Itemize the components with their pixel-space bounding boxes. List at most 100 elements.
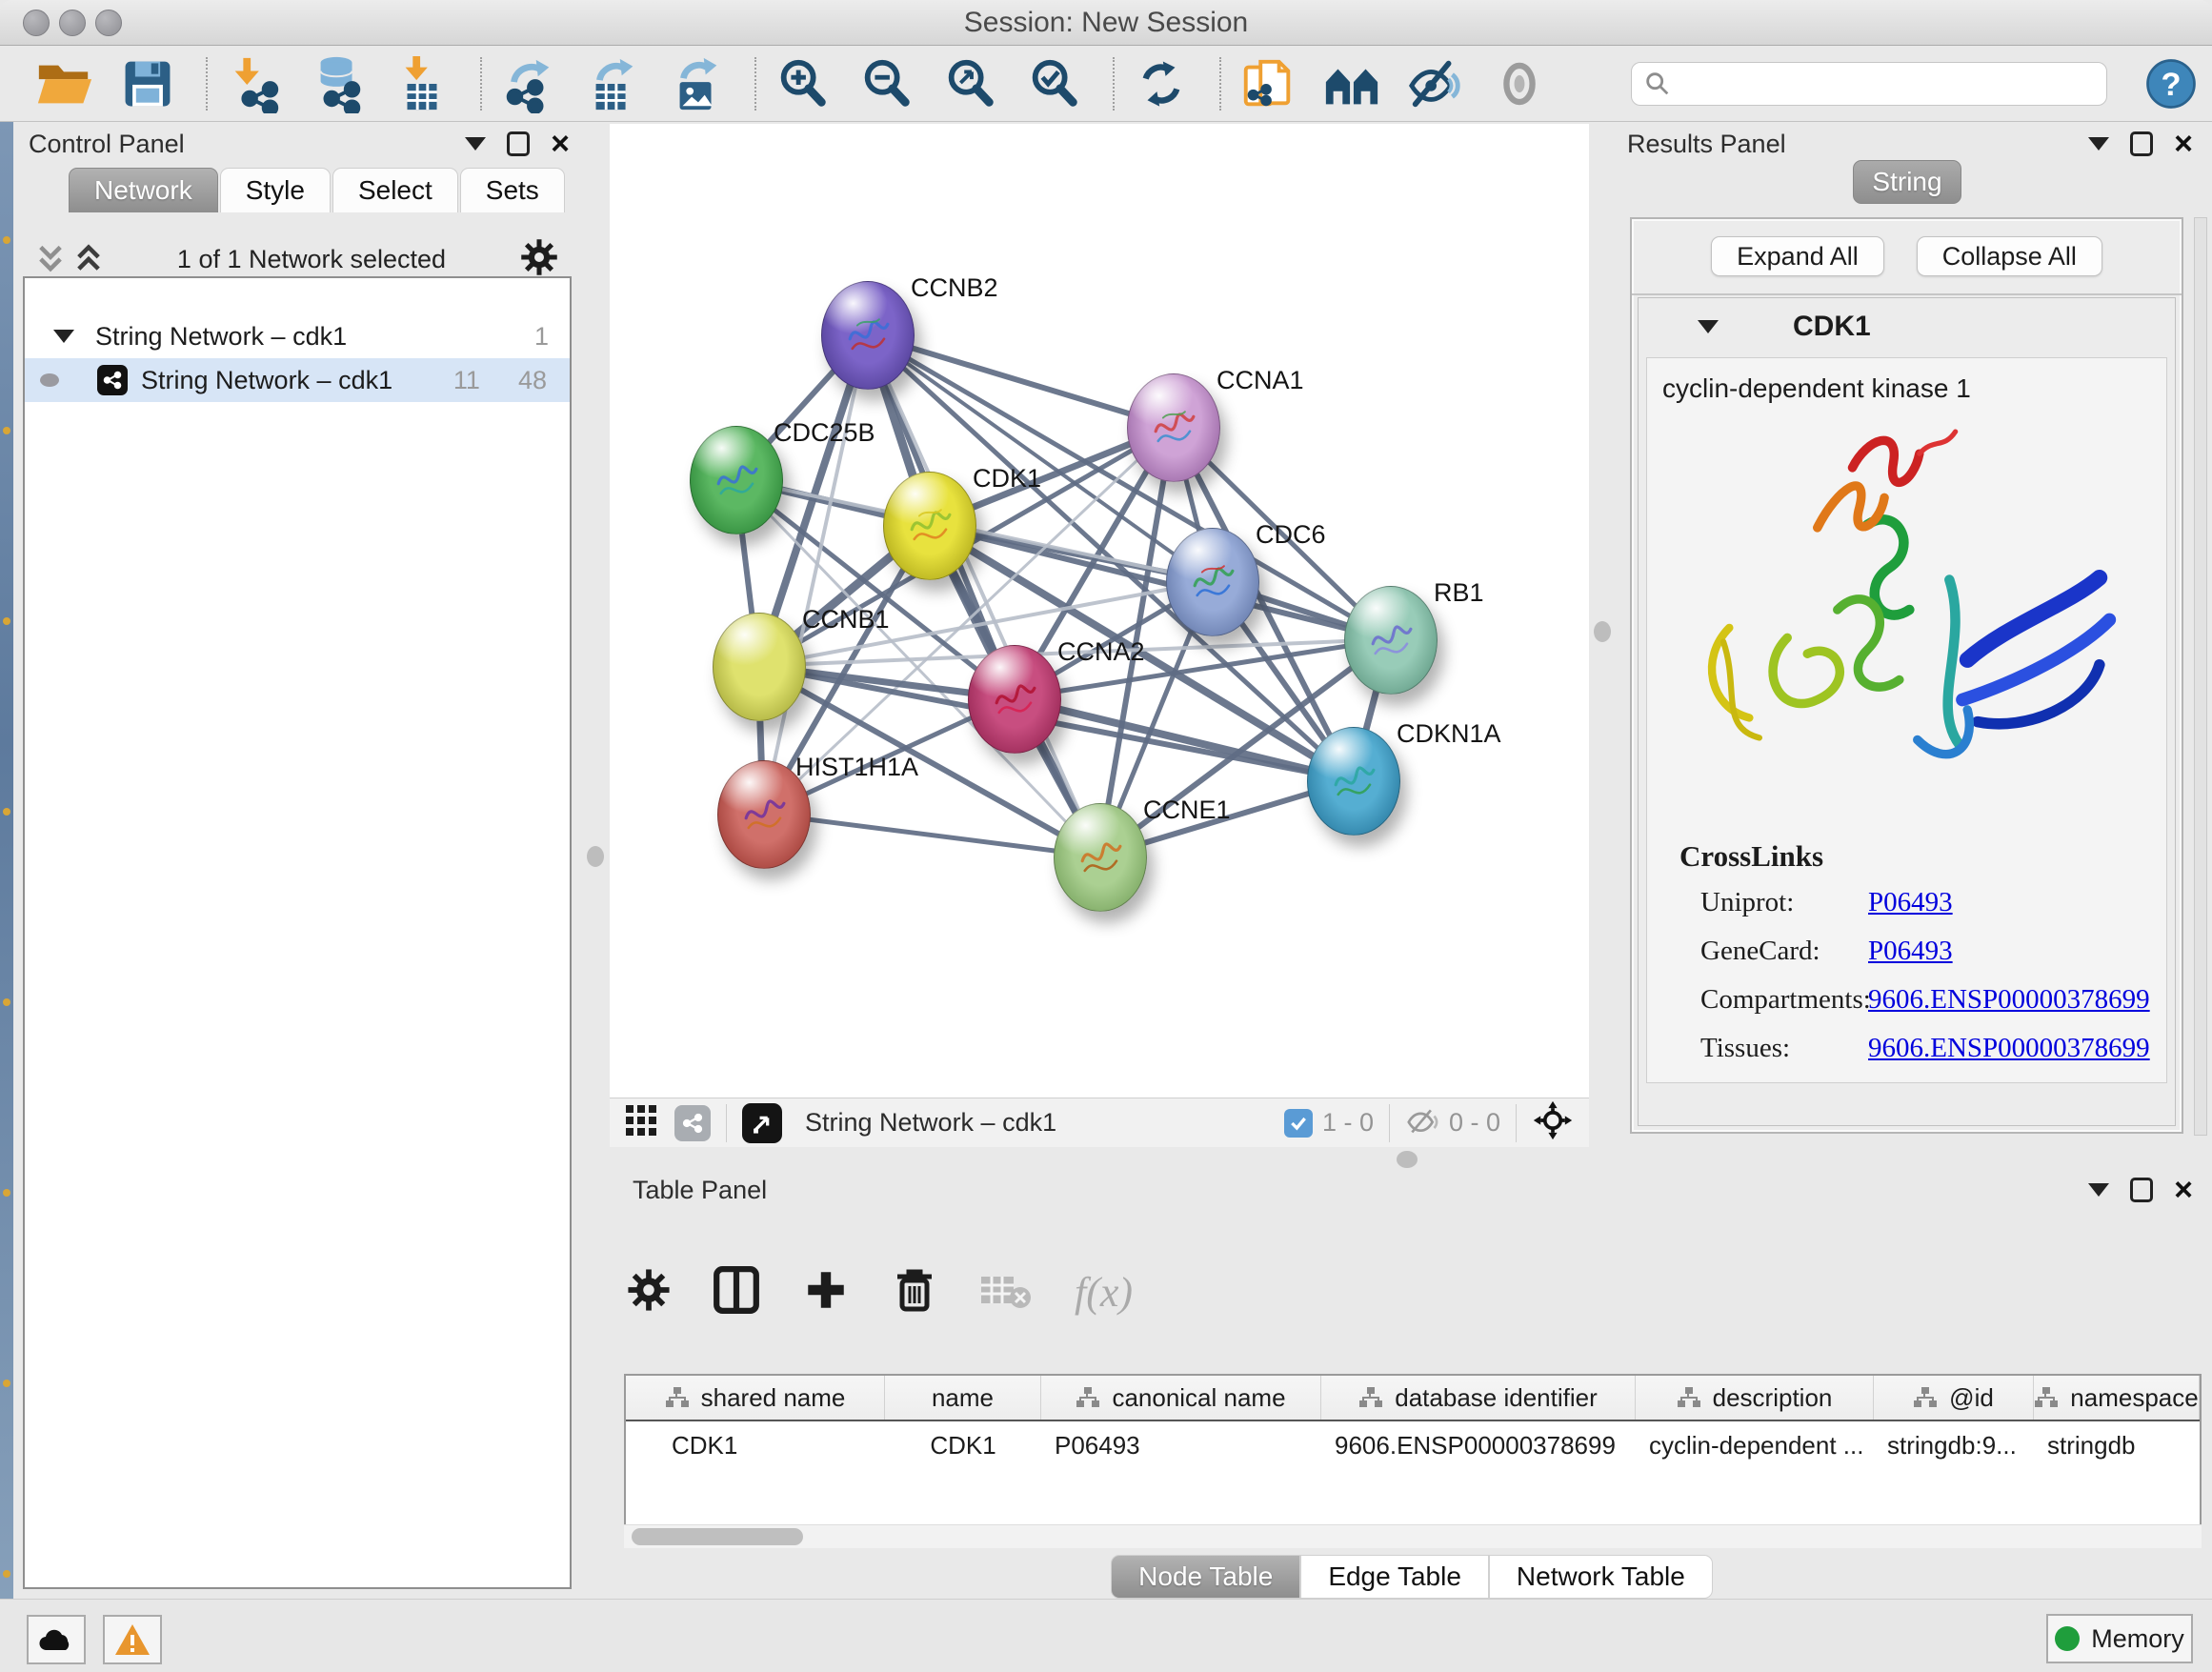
network-edge[interactable] bbox=[763, 814, 1099, 856]
show-columns-icon[interactable] bbox=[713, 1265, 760, 1319]
function-builder-icon[interactable]: f(x) bbox=[1075, 1268, 1133, 1317]
scrollbar-thumb[interactable] bbox=[632, 1528, 803, 1545]
tab-node-table[interactable]: Node Table bbox=[1111, 1555, 1300, 1599]
import-network-database-icon[interactable] bbox=[307, 52, 370, 115]
network-node-RB1[interactable] bbox=[1344, 586, 1438, 695]
tab-edge-table[interactable]: Edge Table bbox=[1300, 1555, 1489, 1599]
cell-shared-name[interactable]: CDK1 bbox=[626, 1421, 885, 1469]
crosslink-value-link[interactable]: 9606.ENSP00000378699 bbox=[1868, 984, 2150, 1016]
tab-string[interactable]: String bbox=[1853, 160, 1961, 204]
network-canvas[interactable]: CCNB2CCNA1CDC25BCDK1CDC6RB1CCNB1CCNA2CDK… bbox=[610, 124, 1589, 1098]
network-options-gear-icon[interactable] bbox=[520, 238, 558, 281]
bottom-splitter-handle[interactable] bbox=[1397, 1151, 1418, 1168]
panel-menu-icon[interactable] bbox=[2088, 137, 2109, 151]
table-horizontal-scrollbar[interactable] bbox=[624, 1524, 2202, 1548]
copy-network-icon[interactable] bbox=[1237, 52, 1299, 115]
crosslink-value-link[interactable]: P06493 bbox=[1868, 1081, 1953, 1083]
network-node-CDK1[interactable] bbox=[883, 472, 976, 580]
tree-expander-icon[interactable] bbox=[53, 330, 74, 343]
tab-select[interactable]: Select bbox=[332, 168, 458, 212]
save-session-icon[interactable] bbox=[116, 52, 179, 115]
export-image-icon[interactable] bbox=[665, 52, 728, 115]
table-settings-gear-icon[interactable] bbox=[627, 1268, 671, 1317]
crosslink-value-link[interactable]: P06493 bbox=[1868, 887, 1953, 918]
crosslink-value-link[interactable]: 9606.ENSP00000378699 bbox=[1868, 1033, 2150, 1064]
cell-canonical-name[interactable]: P06493 bbox=[1041, 1421, 1321, 1469]
apply-layout-icon[interactable] bbox=[1130, 52, 1193, 115]
delete-column-icon[interactable] bbox=[892, 1265, 937, 1319]
column-header-description[interactable]: description bbox=[1636, 1376, 1874, 1420]
network-tree-root-row[interactable]: String Network – cdk1 1 bbox=[25, 314, 570, 358]
export-network-icon[interactable] bbox=[497, 52, 560, 115]
zoom-out-icon[interactable] bbox=[855, 52, 918, 115]
column-header-namespace[interactable]: namespace bbox=[2034, 1376, 2200, 1420]
expand-all-button[interactable]: Expand All bbox=[1711, 236, 1884, 276]
panel-float-icon[interactable] bbox=[507, 131, 530, 156]
cell-name[interactable]: CDK1 bbox=[885, 1421, 1041, 1469]
column-header-canonical-name[interactable]: canonical name bbox=[1041, 1376, 1321, 1420]
first-neighbors-icon[interactable] bbox=[1320, 52, 1383, 115]
network-node-CCNA1[interactable] bbox=[1127, 373, 1220, 482]
add-column-icon[interactable] bbox=[802, 1266, 850, 1319]
results-vertical-scrollbar[interactable] bbox=[2194, 217, 2207, 1136]
open-session-icon[interactable] bbox=[32, 52, 95, 115]
grid-view-icon[interactable] bbox=[625, 1104, 657, 1141]
collapse-all-button[interactable]: Collapse All bbox=[1917, 236, 2102, 276]
selected-checkbox-icon[interactable] bbox=[1284, 1109, 1313, 1138]
network-share-view-icon[interactable] bbox=[674, 1105, 711, 1141]
network-node-CDKN1A[interactable] bbox=[1307, 727, 1400, 836]
network-edge[interactable] bbox=[763, 334, 867, 814]
selection-status: 1 of 1 Network selected bbox=[103, 245, 520, 274]
panel-float-icon[interactable] bbox=[2130, 1178, 2153, 1202]
network-node-CDC6[interactable] bbox=[1166, 528, 1259, 636]
network-node-CCNE1[interactable] bbox=[1054, 803, 1147, 912]
network-node-CCNB2[interactable] bbox=[821, 281, 915, 390]
right-splitter-handle[interactable] bbox=[1594, 621, 1611, 642]
delete-table-icon[interactable] bbox=[979, 1269, 1033, 1316]
import-table-icon[interactable] bbox=[391, 52, 453, 115]
cell-namespace[interactable]: stringdb bbox=[2034, 1421, 2200, 1469]
tab-style[interactable]: Style bbox=[220, 168, 331, 212]
panel-menu-icon[interactable] bbox=[2088, 1183, 2109, 1197]
tab-network[interactable]: Network bbox=[69, 168, 218, 212]
birds-eye-view-icon[interactable] bbox=[742, 1103, 782, 1143]
cell-database-identifier[interactable]: 9606.ENSP00000378699 bbox=[1321, 1421, 1636, 1469]
column-header-shared-name[interactable]: shared name bbox=[626, 1376, 885, 1420]
hidden-eye-icon[interactable] bbox=[1405, 1105, 1439, 1140]
network-node-CDC25B[interactable] bbox=[690, 426, 783, 534]
expand-all-icon[interactable] bbox=[74, 243, 103, 275]
show-all-icon[interactable] bbox=[1488, 52, 1551, 115]
tab-network-table[interactable]: Network Table bbox=[1489, 1555, 1713, 1599]
column-header-database-identifier[interactable]: database identifier bbox=[1321, 1376, 1636, 1420]
panel-close-icon[interactable]: × bbox=[2174, 1178, 2193, 1202]
help-icon[interactable]: ? bbox=[2140, 52, 2202, 115]
left-splitter-handle[interactable] bbox=[587, 846, 604, 867]
cell-@id[interactable]: stringdb:9... bbox=[1874, 1421, 2034, 1469]
section-expander-icon[interactable] bbox=[1698, 320, 1719, 333]
column-header-name[interactable]: name bbox=[885, 1376, 1041, 1420]
crosslink-value-link[interactable]: P06493 bbox=[1868, 936, 1953, 967]
memory-button[interactable]: Memory bbox=[2046, 1614, 2193, 1663]
panel-close-icon[interactable]: × bbox=[551, 131, 570, 156]
zoom-selected-icon[interactable] bbox=[1023, 52, 1086, 115]
export-table-icon[interactable] bbox=[581, 52, 644, 115]
panel-float-icon[interactable] bbox=[2130, 131, 2153, 156]
import-network-file-icon[interactable] bbox=[223, 52, 286, 115]
network-node-CCNB1[interactable] bbox=[713, 613, 806, 721]
panel-close-icon[interactable]: × bbox=[2174, 131, 2193, 156]
collapse-all-icon[interactable] bbox=[36, 243, 65, 275]
column-header-@id[interactable]: @id bbox=[1874, 1376, 2034, 1420]
cloud-button[interactable] bbox=[27, 1615, 86, 1664]
network-node-CCNA2[interactable] bbox=[968, 645, 1061, 754]
network-tree-child-row[interactable]: String Network – cdk1 11 48 bbox=[25, 358, 570, 402]
panel-menu-icon[interactable] bbox=[465, 137, 486, 151]
zoom-fit-icon[interactable] bbox=[939, 52, 1002, 115]
tab-sets[interactable]: Sets bbox=[460, 168, 565, 212]
search-input[interactable] bbox=[1672, 68, 2076, 99]
gene-section-header[interactable]: CDK1 bbox=[1639, 298, 2175, 355]
hide-selected-icon[interactable] bbox=[1404, 52, 1467, 115]
cell-description[interactable]: cyclin-dependent ... bbox=[1636, 1421, 1874, 1469]
zoom-in-icon[interactable] bbox=[772, 52, 835, 115]
warnings-button[interactable] bbox=[103, 1615, 162, 1664]
fit-content-crosshair-icon[interactable] bbox=[1532, 1099, 1574, 1146]
